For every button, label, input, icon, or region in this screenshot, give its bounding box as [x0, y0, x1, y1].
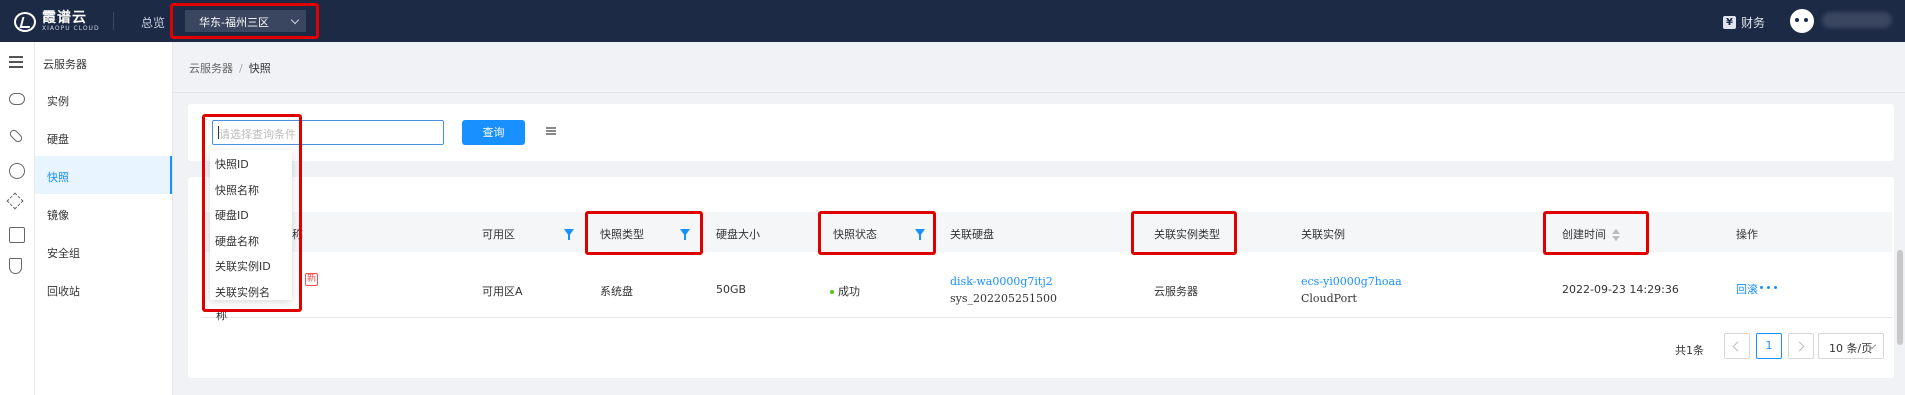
icon-rail	[0, 42, 35, 395]
clear-button[interactable]	[546, 127, 560, 135]
sidebar-item-snapshots[interactable]: 快照	[35, 156, 172, 194]
avatar[interactable]	[1790, 9, 1814, 33]
next-page-button[interactable]	[1788, 333, 1814, 359]
cell-disk-name: sys_202205251500	[950, 292, 1057, 305]
cell-size: 50GB	[716, 283, 747, 296]
option-instance-id[interactable]: 关联实例ID	[210, 252, 292, 278]
option-disk-name[interactable]: 硬盘名称	[210, 227, 292, 253]
cell-created: 2022-09-23 14:29:36	[1562, 283, 1679, 296]
logo-icon	[14, 12, 36, 32]
breadcrumb-parent[interactable]: 云服务器	[189, 62, 233, 75]
breadcrumb-separator: /	[239, 62, 243, 75]
column-actions: 操作	[1736, 228, 1758, 241]
cell-instance-type: 云服务器	[1154, 285, 1198, 298]
divider	[202, 317, 1892, 318]
search-input[interactable]: 请选择查询条件	[212, 120, 444, 145]
scrollbar[interactable]	[1897, 250, 1903, 345]
cell-type: 系统盘	[600, 285, 633, 298]
yen-icon: ¥	[1723, 16, 1736, 29]
cell-disk-id[interactable]: disk-wa0000g7itj2	[950, 275, 1053, 288]
cell-instance-id[interactable]: ecs-yi0000g7hoaa	[1301, 275, 1402, 288]
overview-link[interactable]: 总览	[141, 14, 165, 31]
menu-icon[interactable]	[9, 53, 25, 69]
shield-icon[interactable]	[9, 258, 22, 274]
network-icon[interactable]	[6, 192, 24, 210]
filter-icon[interactable]	[680, 229, 690, 240]
rollback-link[interactable]: 回滚	[1736, 281, 1758, 297]
clear-icon	[546, 127, 556, 135]
column-disk-size: 硬盘大小	[716, 228, 760, 241]
region-label: 华东-福州三区	[199, 16, 269, 29]
chevron-down-icon	[290, 15, 300, 25]
divider	[113, 12, 114, 30]
option-snapshot-id[interactable]: 快照ID	[210, 150, 292, 176]
finance-link[interactable]: ¥ 财务	[1723, 14, 1765, 31]
sidebar-item-images[interactable]: 镜像	[35, 194, 172, 232]
breadcrumb-current: 快照	[248, 62, 271, 75]
column-linked-instance: 关联实例	[1301, 228, 1345, 241]
brand-name: 霞谱云	[42, 10, 87, 26]
more-actions-icon[interactable]	[1760, 286, 1777, 289]
column-linked-instance-type: 关联实例类型	[1154, 228, 1220, 241]
query-condition-dropdown: 快照ID 快照名称 硬盘ID 硬盘名称 关联实例ID 关联实例名	[210, 150, 292, 300]
region-selector[interactable]: 华东-福州三区	[185, 10, 306, 32]
filter-icon[interactable]	[915, 229, 925, 240]
sidebar: 云服务器 实例 硬盘 快照 镜像 安全组 回收站	[35, 42, 173, 395]
brand-subtitle: XIAOPU CLOUD	[42, 25, 100, 32]
table-header	[202, 212, 1892, 252]
column-created-time[interactable]: 创建时间	[1562, 226, 1620, 242]
monitor-icon[interactable]	[9, 227, 25, 243]
snapshot-name-tail: 称	[216, 309, 227, 322]
sidebar-item-recycle-bin[interactable]: 回收站	[35, 270, 172, 308]
option-disk-id[interactable]: 硬盘ID	[210, 201, 292, 227]
sidebar-item-disks[interactable]: 硬盘	[35, 118, 172, 156]
new-badge: 新	[305, 273, 318, 286]
page-1-button[interactable]: 1	[1756, 333, 1782, 359]
brand-logo[interactable]: 霞谱云 XIAOPU CLOUD	[14, 11, 100, 33]
column-zone: 可用区	[482, 228, 515, 241]
prev-page-button[interactable]	[1724, 333, 1750, 359]
status-dot	[830, 290, 834, 294]
option-snapshot-name[interactable]: 快照名称	[210, 176, 292, 202]
region-highlight: 华东-福州三区	[170, 3, 319, 39]
divider	[173, 92, 1905, 93]
username-blurred[interactable]	[1822, 12, 1892, 28]
cell-zone: 可用区A	[482, 285, 523, 298]
cell-instance-name: CloudPort	[1301, 292, 1357, 305]
page-size-select[interactable]: 10 条/页	[1818, 333, 1884, 359]
column-snapshot-type: 快照类型	[600, 228, 644, 241]
globe-icon[interactable]	[9, 163, 25, 179]
option-instance-name[interactable]: 关联实例名	[210, 278, 292, 304]
link-icon[interactable]	[8, 128, 24, 144]
breadcrumb: 云服务器 / 快照	[189, 60, 271, 76]
column-snapshot-status: 快照状态	[833, 228, 877, 241]
column-name-tail: 称	[292, 228, 303, 241]
sidebar-title: 云服务器	[43, 58, 87, 71]
query-button[interactable]: 查询	[462, 120, 525, 145]
finance-label: 财务	[1741, 16, 1766, 30]
pagination-total: 共1条	[1675, 344, 1704, 357]
column-linked-disk: 关联硬盘	[950, 228, 994, 241]
sidebar-item-instances[interactable]: 实例	[35, 80, 172, 118]
top-bar: 霞谱云 XIAOPU CLOUD 总览 华东-福州三区 ¥ 财务	[0, 0, 1905, 42]
cell-status: 成功	[830, 283, 860, 299]
filter-icon[interactable]	[564, 229, 574, 240]
sidebar-item-security-groups[interactable]: 安全组	[35, 232, 172, 270]
sort-icon[interactable]	[1612, 229, 1620, 241]
cloud-icon[interactable]	[9, 93, 25, 105]
